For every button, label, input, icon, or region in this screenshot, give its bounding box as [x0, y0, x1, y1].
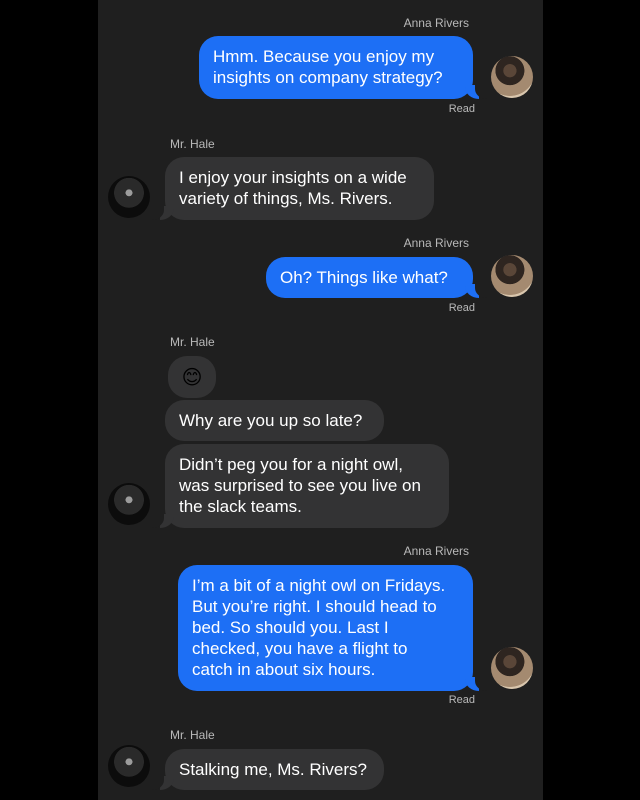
sender-name: Anna Rivers: [403, 544, 469, 558]
message-bubble-incoming[interactable]: Why are you up so late?: [165, 400, 384, 441]
bubble-tail: [150, 512, 174, 528]
emoji-message-smile-icon[interactable]: 😊: [168, 356, 216, 398]
read-receipt: Read: [448, 302, 475, 314]
anna-rivers-avatar-icon[interactable]: [491, 647, 533, 689]
bubble-tail: [465, 282, 489, 298]
message-bubble-outgoing[interactable]: I’m a bit of a night owl on Fridays. But…: [178, 565, 473, 691]
read-receipt: Read: [448, 103, 475, 115]
read-receipt: Read: [448, 694, 475, 706]
bubble-tail: [150, 774, 174, 790]
mr-hale-avatar-icon[interactable]: [108, 176, 150, 218]
anna-rivers-avatar-icon[interactable]: [491, 255, 533, 297]
message-bubble-outgoing[interactable]: Oh? Things like what?: [266, 257, 473, 298]
bubble-tail: [150, 204, 174, 220]
message-bubble-incoming[interactable]: I enjoy your insights on a wide variety …: [165, 157, 434, 220]
message-bubble-outgoing[interactable]: Hmm. Because you enjoy my insights on co…: [199, 36, 473, 99]
sender-name: Mr. Hale: [170, 335, 215, 349]
chat-screen: Anna Rivers Hmm. Because you enjoy my in…: [98, 0, 543, 800]
bubble-tail: [465, 675, 489, 691]
sender-name: Mr. Hale: [170, 137, 215, 151]
sender-name: Anna Rivers: [403, 236, 469, 250]
message-bubble-incoming[interactable]: Didn’t peg you for a night owl, was surp…: [165, 444, 449, 528]
message-bubble-incoming[interactable]: Stalking me, Ms. Rivers?: [165, 749, 384, 790]
sender-name: Anna Rivers: [403, 16, 469, 30]
mr-hale-avatar-icon[interactable]: [108, 745, 150, 787]
anna-rivers-avatar-icon[interactable]: [491, 56, 533, 98]
mr-hale-avatar-icon[interactable]: [108, 483, 150, 525]
bubble-tail: [465, 83, 489, 99]
sender-name: Mr. Hale: [170, 728, 215, 742]
